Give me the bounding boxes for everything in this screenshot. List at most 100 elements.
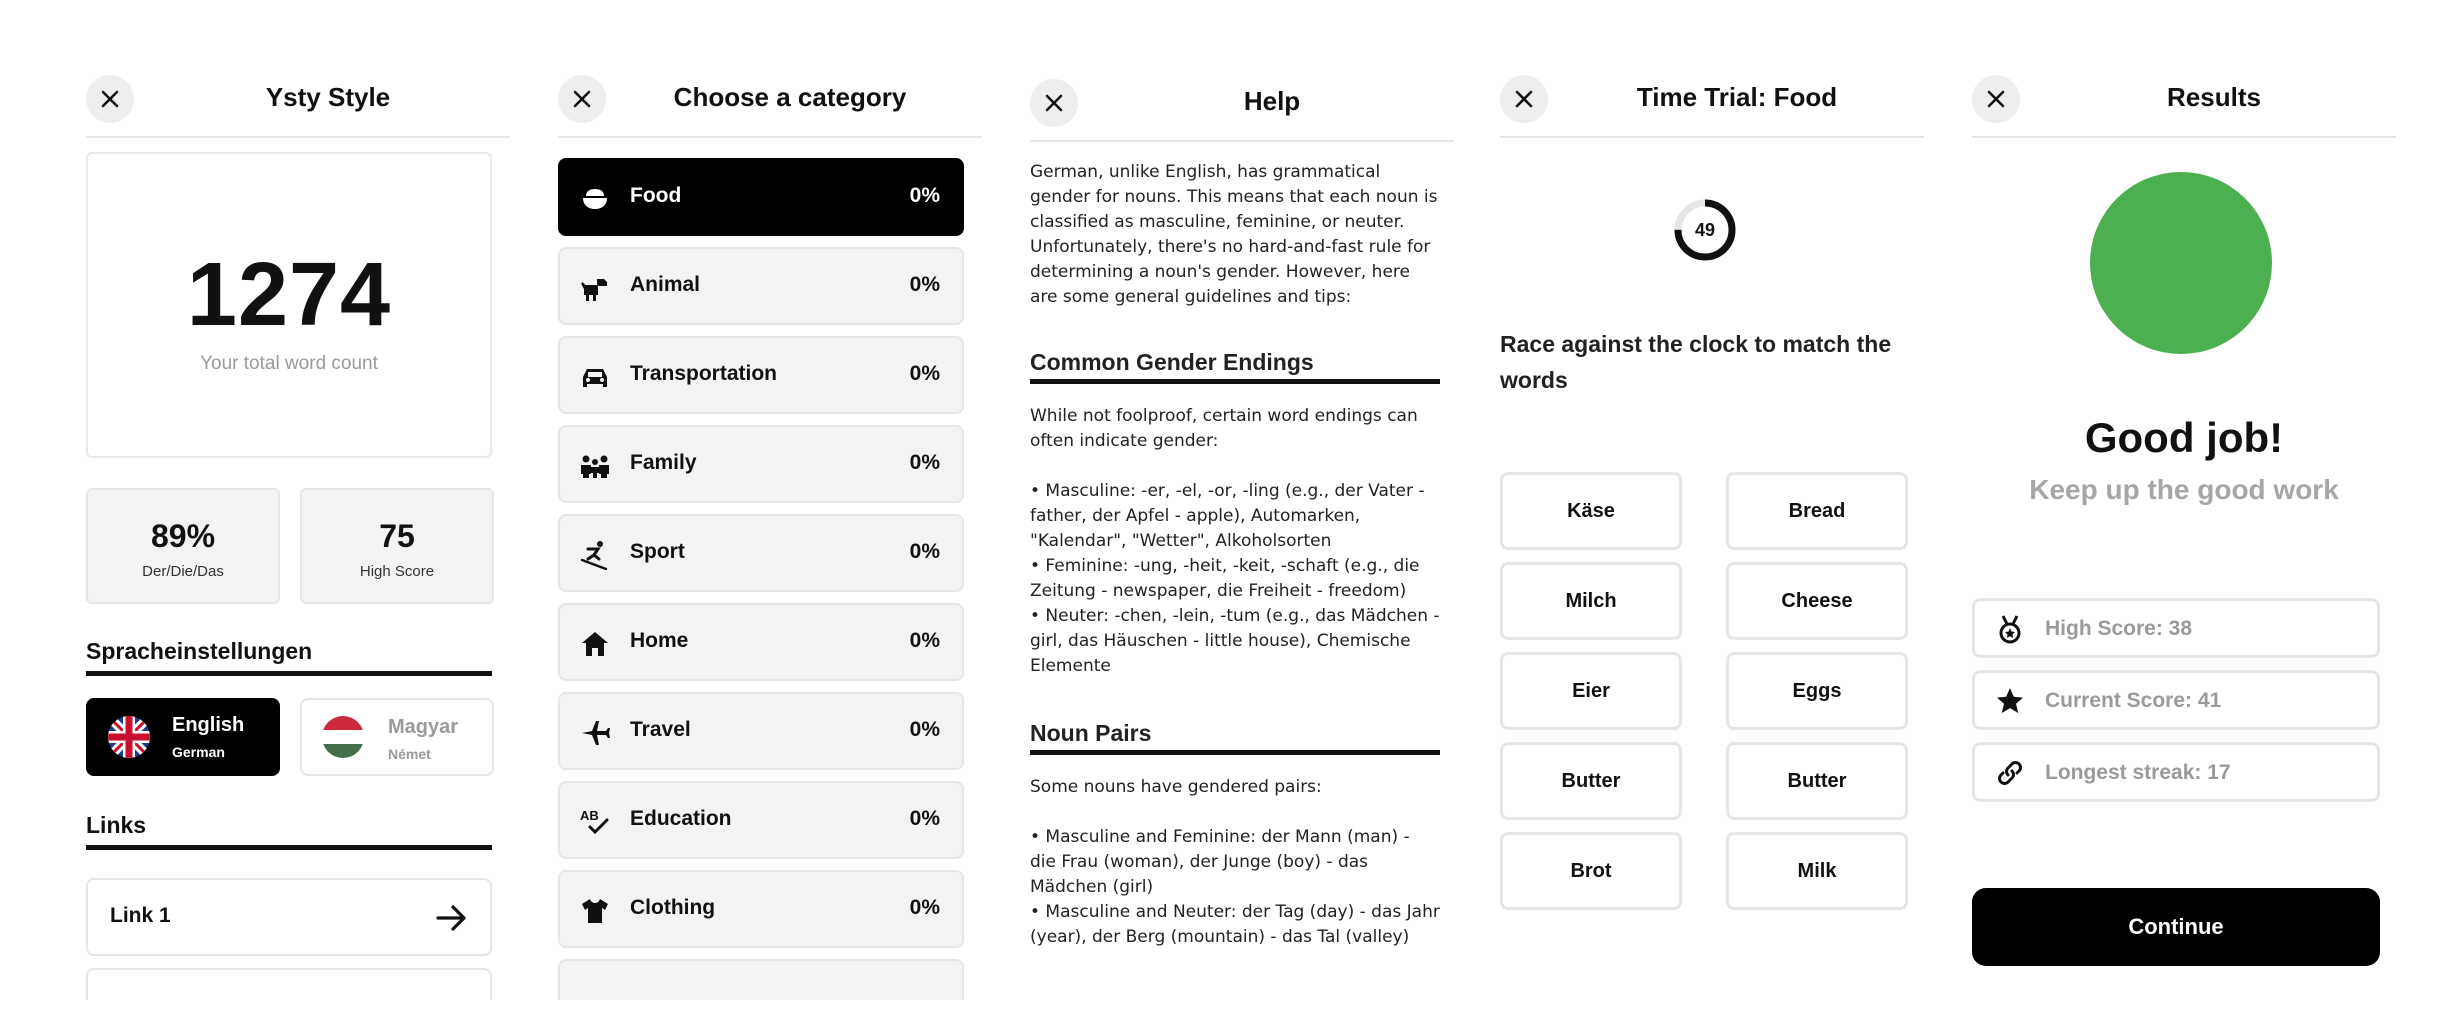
word-tile-german[interactable]: Brot [1500, 832, 1682, 910]
category-item-travel[interactable]: Travel 0% [558, 692, 964, 770]
language-name: Magyar [388, 716, 459, 738]
help-section-heading: Common Gender Endings [1030, 350, 1440, 384]
category-label: Travel [630, 718, 691, 741]
help-screen: Help German, unlike English, has grammat… [1030, 0, 1454, 1000]
stat-value: 89% [150, 518, 216, 554]
close-button[interactable] [86, 75, 134, 123]
category-item-clothing[interactable]: Clothing 0% [558, 870, 964, 948]
medal-icon [1999, 615, 2021, 644]
home-screen: Ysty Style 1274 Your total word count 89… [86, 0, 510, 1000]
link-item[interactable]: Link 1 [86, 878, 492, 956]
category-item-education[interactable]: AB Education 0% [558, 781, 964, 859]
category-percent: 0% [909, 451, 940, 474]
category-percent: 0% [909, 273, 940, 296]
stat-label: Der/Die/Das [142, 563, 224, 580]
page-title: Time Trial: Food [1636, 82, 1838, 112]
link-item-partial[interactable] [86, 968, 492, 1000]
category-item-animal[interactable]: Animal 0% [558, 247, 964, 325]
close-button[interactable] [1030, 79, 1078, 127]
close-icon [1045, 94, 1063, 112]
close-icon [573, 90, 591, 108]
category-label: Clothing [630, 896, 716, 919]
language-option-magyar[interactable]: Magyar Német [300, 698, 494, 776]
hungary-flag-icon [322, 716, 364, 758]
category-item-sport[interactable]: Sport 0% [558, 514, 964, 592]
timer-value: 49 [1694, 220, 1716, 240]
stat-card-derdiedas: 89% Der/Die/Das [86, 488, 280, 604]
stat-value: 75 [379, 518, 415, 554]
word-count-label: Your total word count [200, 353, 378, 374]
help-content: German, unlike English, has grammatical … [1030, 160, 1440, 950]
word-count-card: 1274 Your total word count [86, 152, 492, 458]
word-count-value: 1274 [186, 245, 392, 345]
category-item-transportation[interactable]: Transportation 0% [558, 336, 964, 414]
result-subline: Keep up the good work [2029, 474, 2339, 505]
continue-button[interactable]: Continue [1972, 888, 2380, 966]
house-icon [582, 632, 608, 656]
help-bullet: • Masculine: -er, -el, -or, -ling (e.g.,… [1030, 481, 1425, 551]
results-screen: Results Good job! Keep up the good work … [1972, 0, 2396, 1000]
language-section-title: Spracheinstellungen [86, 638, 492, 676]
skiing-icon [580, 541, 608, 570]
help-bullet: • Masculine and Feminine: der Mann (man)… [1030, 827, 1410, 897]
home-header: Ysty Style [86, 72, 510, 138]
category-item-home[interactable]: Home 0% [558, 603, 964, 681]
category-label: Home [630, 629, 689, 652]
category-label: Animal [630, 273, 701, 296]
language-target: German [172, 744, 225, 760]
link-chain-icon [1998, 761, 2022, 785]
category-item-partial[interactable] [558, 959, 964, 1000]
score-high: High Score: 38 [1972, 598, 2380, 658]
category-label: Family [630, 451, 697, 474]
page-title: Help [1243, 86, 1301, 116]
category-percent: 0% [909, 896, 940, 919]
category-percent: 0% [909, 629, 940, 652]
result-circle [2090, 172, 2272, 354]
language-option-english[interactable]: English German [86, 698, 280, 776]
score-label: Current Score: 41 [2045, 689, 2222, 712]
category-percent: 0% [909, 184, 940, 207]
links-section-title: Links [86, 812, 492, 850]
dog-icon [581, 279, 607, 301]
language-target: Német [388, 746, 431, 762]
stat-label: High Score [359, 563, 435, 580]
score-current: Current Score: 41 [1972, 670, 2380, 730]
results-header: Results [1972, 72, 2396, 138]
word-tile-english[interactable]: Eggs [1726, 652, 1908, 730]
close-icon [1515, 90, 1533, 108]
close-button[interactable] [1972, 75, 2020, 123]
close-icon [1987, 90, 2005, 108]
word-tile-english[interactable]: Milk [1726, 832, 1908, 910]
category-item-family[interactable]: Family 0% [558, 425, 964, 503]
help-section-heading: Noun Pairs [1030, 721, 1440, 755]
help-header: Help [1030, 76, 1454, 142]
word-tile-english[interactable]: Butter [1726, 742, 1908, 820]
airplane-icon [582, 721, 610, 745]
category-screen: Choose a category Food 0% Animal 0% Tran… [558, 0, 982, 1000]
svg-text:AB: AB [580, 808, 599, 823]
word-tile-english[interactable]: Bread [1726, 472, 1908, 550]
category-label: Education [630, 807, 732, 830]
help-bullet: • Neuter: -chen, -lein, -tum (e.g., das … [1030, 606, 1440, 676]
close-icon [101, 90, 119, 108]
language-name: English [172, 714, 245, 736]
category-header: Choose a category [558, 72, 982, 138]
trial-instruction: Race against the clock to match the word… [1500, 331, 1892, 393]
category-percent: 0% [909, 362, 940, 385]
result-headline: Good job! [2084, 414, 2284, 461]
category-percent: 0% [909, 807, 940, 830]
page-title: Results [2167, 82, 2261, 112]
word-tile-german[interactable]: Butter [1500, 742, 1682, 820]
close-button[interactable] [1500, 75, 1548, 123]
word-tile-german[interactable]: Käse [1500, 472, 1682, 550]
family-icon [581, 455, 609, 478]
category-item-food[interactable]: Food 0% [558, 158, 964, 236]
stat-card-high-score: 75 High Score [300, 488, 494, 604]
category-percent: 0% [909, 718, 940, 741]
word-tile-german[interactable]: Eier [1500, 652, 1682, 730]
help-bullet: • Masculine and Neuter: der Tag (day) - … [1030, 902, 1440, 947]
spellcheck-icon: AB [580, 808, 609, 835]
word-tile-english[interactable]: Cheese [1726, 562, 1908, 640]
uk-flag-icon [108, 716, 150, 758]
word-tile-german[interactable]: Milch [1500, 562, 1682, 640]
